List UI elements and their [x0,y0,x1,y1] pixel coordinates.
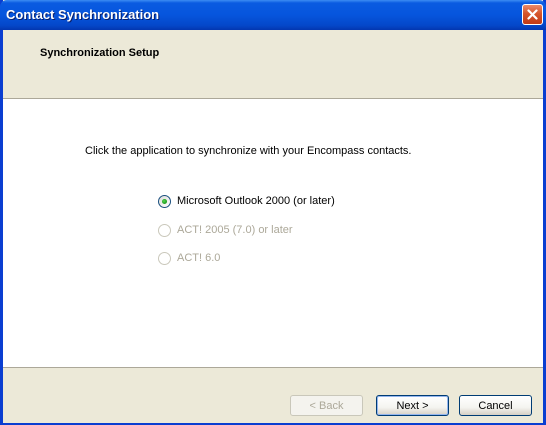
page-title: Synchronization Setup [40,47,160,59]
radio-option-act-6: ACT! 6.0 [158,250,220,266]
back-button: < Back [290,395,363,416]
wizard-header: Synchronization Setup [3,30,543,99]
title-bar[interactable]: Contact Synchronization [0,0,546,30]
radio-label-act-2005: ACT! 2005 (7.0) or later [177,224,293,236]
wizard-footer: < Back Next > Cancel [3,367,543,423]
next-button[interactable]: Next > [376,395,449,416]
radio-option-act-2005: ACT! 2005 (7.0) or later [158,222,293,238]
close-icon [527,9,538,20]
radio-label-outlook[interactable]: Microsoft Outlook 2000 (or later) [177,195,335,207]
cancel-button[interactable]: Cancel [459,395,532,416]
radio-option-outlook[interactable]: Microsoft Outlook 2000 (or later) [158,193,335,209]
radio-button-outlook[interactable] [158,194,171,208]
wizard-content: Click the application to synchronize wit… [3,99,543,367]
radio-selected-dot [162,198,167,204]
window-title: Contact Synchronization [6,7,160,22]
dialog-window: Contact Synchronization Synchronization … [0,0,546,425]
radio-button-act-2005 [158,223,171,237]
instruction-text: Click the application to synchronize wit… [85,145,412,157]
radio-label-act-6: ACT! 6.0 [177,252,221,264]
radio-button-act-6 [158,251,171,265]
close-button[interactable] [522,4,543,25]
